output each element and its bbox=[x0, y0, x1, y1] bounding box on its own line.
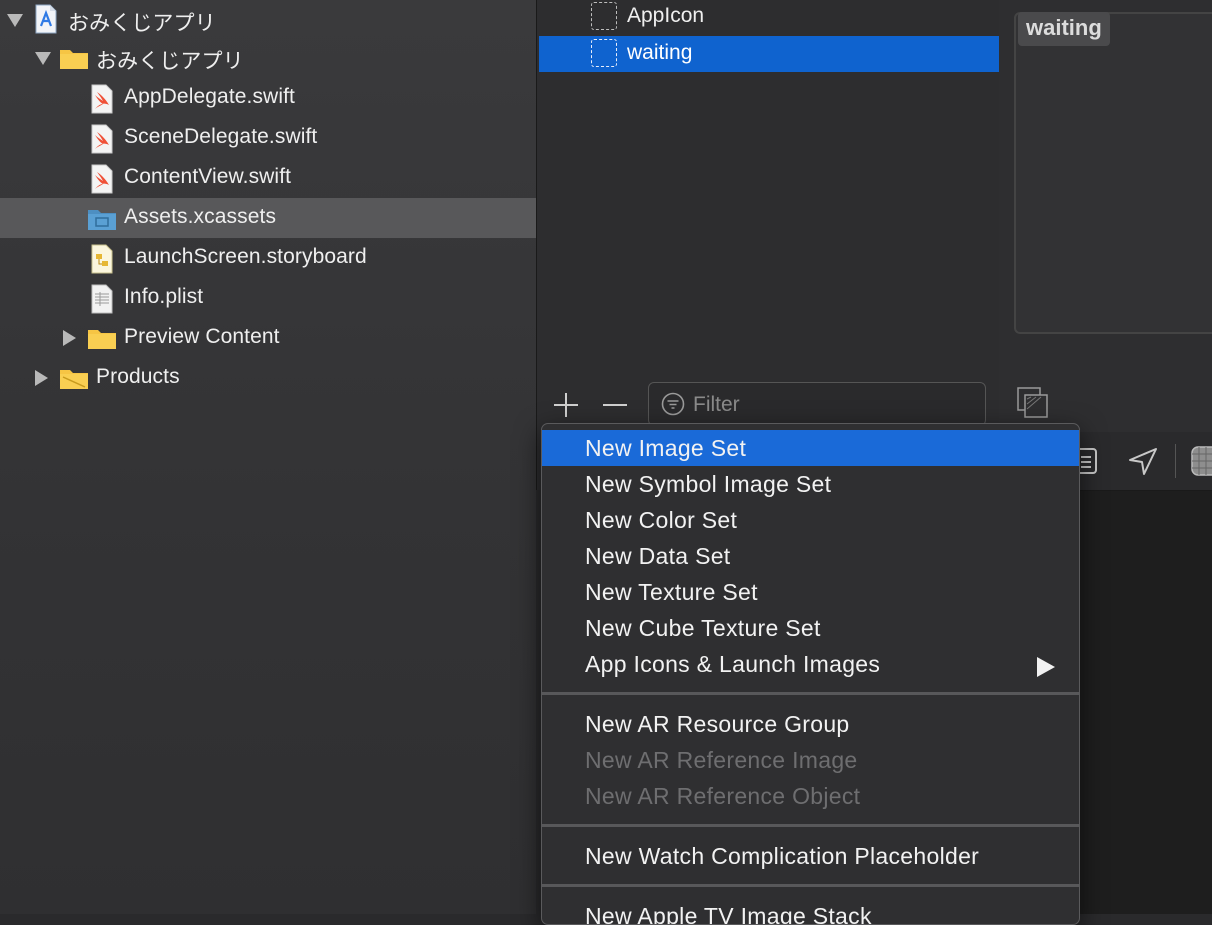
storyboard-file-icon bbox=[90, 244, 114, 279]
nav-label: Products bbox=[96, 365, 180, 388]
folder-icon bbox=[87, 326, 117, 355]
nav-row-folder[interactable]: Products bbox=[0, 358, 536, 398]
menu-item-new-ar-reference-image: New AR Reference Image bbox=[585, 747, 858, 773]
nav-row-file[interactable]: AppDelegate.swift bbox=[0, 78, 536, 118]
filter-input[interactable] bbox=[691, 391, 975, 419]
menu-item-new-image-set[interactable]: New Image Set bbox=[542, 430, 1079, 466]
disclosure-expanded-icon[interactable] bbox=[35, 52, 51, 65]
menu-item-new-texture-set[interactable]: New Texture Set bbox=[542, 574, 1079, 610]
toolbar-divider bbox=[1175, 444, 1176, 478]
disclosure-collapsed-icon[interactable] bbox=[35, 370, 48, 386]
nav-label: SceneDelegate.swift bbox=[124, 125, 318, 148]
menu-separator bbox=[542, 884, 1079, 887]
disclosure-expanded-icon[interactable] bbox=[7, 14, 23, 27]
nav-row-file[interactable]: LaunchScreen.storyboard bbox=[0, 238, 536, 278]
nav-label: Assets.xcassets bbox=[124, 205, 277, 228]
add-asset-context-menu: New Image Set New Symbol Image Set New C… bbox=[541, 423, 1080, 925]
submenu-arrow-icon bbox=[1037, 657, 1055, 677]
nav-row-file[interactable]: Info.plist bbox=[0, 278, 536, 318]
nav-label: ContentView.swift bbox=[124, 165, 292, 188]
nav-row-group-folder[interactable]: おみくじアプリ bbox=[0, 38, 536, 78]
menu-separator bbox=[542, 692, 1079, 695]
nav-row-file[interactable]: ContentView.swift bbox=[0, 158, 536, 198]
menu-item-new-ar-resource-group[interactable]: New AR Resource Group bbox=[542, 706, 1079, 742]
grid-pattern-icon[interactable] bbox=[1189, 444, 1212, 483]
swift-file-icon bbox=[90, 84, 114, 119]
asset-placeholder-icon bbox=[591, 2, 617, 30]
project-navigator: おみくじアプリ おみくじアプリ AppDelegate.swift SceneD… bbox=[0, 0, 536, 914]
nav-label: Preview Content bbox=[124, 325, 280, 348]
add-asset-button[interactable] bbox=[553, 392, 579, 418]
asset-row-appicon[interactable]: AppIcon bbox=[539, 0, 999, 35]
nav-row-project[interactable]: おみくじアプリ bbox=[0, 0, 536, 40]
swift-file-icon bbox=[90, 164, 114, 199]
menu-item-new-symbol-image-set[interactable]: New Symbol Image Set bbox=[542, 466, 1079, 502]
asset-catalog-icon bbox=[87, 207, 117, 236]
xcode-project-icon bbox=[34, 4, 58, 39]
asset-set-well[interactable] bbox=[1014, 12, 1212, 334]
menu-item-new-data-set[interactable]: New Data Set bbox=[542, 538, 1079, 574]
asset-row-waiting[interactable]: waiting bbox=[539, 36, 999, 72]
plist-file-icon bbox=[90, 284, 114, 319]
asset-set-name-label: waiting bbox=[1018, 12, 1110, 46]
nav-label: AppDelegate.swift bbox=[124, 85, 295, 108]
swift-file-icon bbox=[90, 124, 114, 159]
nav-row-folder[interactable]: Preview Content bbox=[0, 318, 536, 358]
folder-icon bbox=[59, 46, 89, 75]
filter-icon bbox=[661, 392, 685, 421]
menu-item-new-color-set[interactable]: New Color Set bbox=[542, 502, 1079, 538]
nav-row-asset-catalog[interactable]: Assets.xcassets bbox=[0, 198, 536, 238]
nav-label: LaunchScreen.storyboard bbox=[124, 245, 367, 268]
menu-item-new-ar-reference-object: New AR Reference Object bbox=[585, 783, 861, 809]
asset-placeholder-icon bbox=[591, 39, 617, 67]
asset-label: AppIcon bbox=[627, 4, 705, 27]
nav-row-file[interactable]: SceneDelegate.swift bbox=[0, 118, 536, 158]
location-arrow-icon[interactable] bbox=[1127, 446, 1159, 481]
asset-label: waiting bbox=[627, 41, 693, 64]
show-slots-icon[interactable] bbox=[1016, 386, 1050, 425]
menu-item-app-icons-launch-images[interactable]: App Icons & Launch Images bbox=[542, 646, 1079, 682]
disclosure-collapsed-icon[interactable] bbox=[63, 330, 76, 346]
nav-label: おみくじアプリ bbox=[96, 50, 244, 73]
menu-item-new-apple-tv-image-stack[interactable]: New Apple TV Image Stack bbox=[542, 898, 1079, 924]
nav-label: おみくじアプリ bbox=[68, 12, 216, 35]
menu-item-new-watch-complication-placeholder[interactable]: New Watch Complication Placeholder bbox=[542, 838, 1079, 874]
filter-field[interactable] bbox=[648, 382, 986, 426]
menu-separator bbox=[542, 824, 1079, 827]
menu-item-new-cube-texture-set[interactable]: New Cube Texture Set bbox=[542, 610, 1079, 646]
nav-label: Info.plist bbox=[124, 285, 204, 308]
folder-icon bbox=[59, 366, 89, 395]
remove-asset-button[interactable] bbox=[602, 392, 628, 418]
